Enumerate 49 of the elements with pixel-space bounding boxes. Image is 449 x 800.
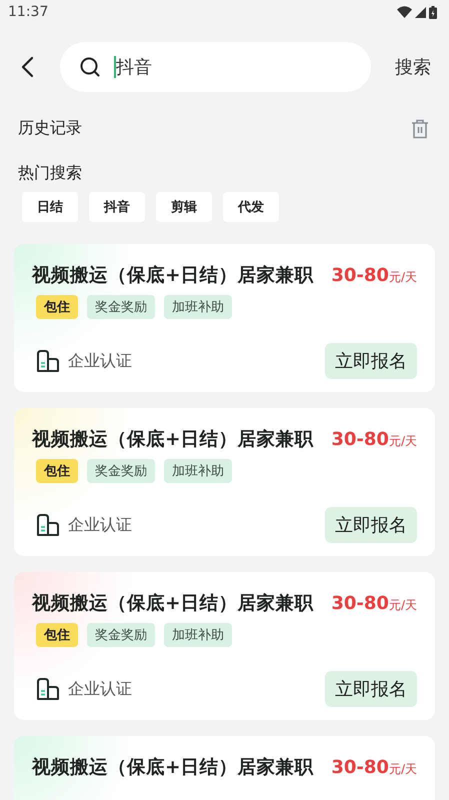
job-tag: 加班补助 [164, 623, 232, 647]
apply-button[interactable]: 立即报名 [325, 671, 417, 707]
job-salary: 30-80 [331, 593, 389, 614]
back-icon[interactable] [20, 56, 34, 78]
signal-icon [415, 6, 426, 18]
job-tag: 包住 [36, 623, 78, 647]
building-icon [36, 349, 60, 373]
status-time: 11:37 [8, 4, 48, 20]
job-title: 视频搬运（保底+日结）居家兼职 [32, 756, 314, 779]
job-card[interactable]: 视频搬运（保底+日结）居家兼职 30-80元/天 [14, 736, 435, 800]
wifi-icon [397, 6, 412, 18]
job-tag: 包住 [36, 459, 78, 483]
job-tag: 加班补助 [164, 459, 232, 483]
job-title: 视频搬运（保底+日结）居家兼职 [32, 592, 314, 615]
search-chip[interactable]: 代发 [223, 192, 279, 222]
company-verified: 企业认证 [68, 350, 133, 372]
job-title: 视频搬运（保底+日结）居家兼职 [32, 264, 314, 287]
job-tag: 奖金奖励 [87, 295, 155, 319]
search-chip[interactable]: 剪辑 [156, 192, 212, 222]
building-icon [36, 677, 60, 701]
salary-unit: 元/天 [388, 762, 417, 776]
section-title: 热门搜索 [18, 163, 82, 182]
salary-unit: 元/天 [388, 598, 417, 612]
job-salary: 30-80 [331, 265, 389, 286]
job-card[interactable]: 视频搬运（保底+日结）居家兼职 30-80元/天 包住 奖金奖励 加班补助 企业认证 立即报名 [14, 408, 435, 556]
salary-unit: 元/天 [388, 434, 417, 448]
section-title: 历史记录 [18, 118, 82, 139]
battery-icon [429, 6, 437, 18]
job-tag: 奖金奖励 [87, 459, 155, 483]
job-card[interactable]: 视频搬运（保底+日结）居家兼职 30-80元/天 包住 奖金奖励 加班补助 企业认证 立即报名 [14, 244, 435, 392]
building-icon [36, 513, 60, 537]
job-salary: 30-80 [331, 429, 389, 450]
job-tag: 加班补助 [164, 295, 232, 319]
search-chip[interactable]: 日结 [22, 192, 78, 222]
apply-button[interactable]: 立即报名 [325, 507, 417, 543]
job-card[interactable]: 视频搬运（保底+日结）居家兼职 30-80元/天 包住 奖金奖励 加班补助 企业认证 立即报名 [14, 572, 435, 720]
search-chip[interactable]: 抖音 [89, 192, 145, 222]
search-button[interactable]: 搜索 [395, 55, 431, 79]
job-title: 视频搬运（保底+日结）居家兼职 [32, 428, 314, 451]
trash-icon[interactable] [411, 118, 429, 138]
search-icon [79, 56, 101, 78]
apply-button[interactable]: 立即报名 [325, 343, 417, 379]
salary-unit: 元/天 [388, 270, 417, 284]
job-tag: 奖金奖励 [87, 623, 155, 647]
company-verified: 企业认证 [68, 678, 133, 700]
company-verified: 企业认证 [68, 514, 133, 536]
job-salary: 30-80 [331, 757, 389, 778]
job-tag: 包住 [36, 295, 78, 319]
search-field[interactable]: 抖音 [60, 42, 371, 92]
